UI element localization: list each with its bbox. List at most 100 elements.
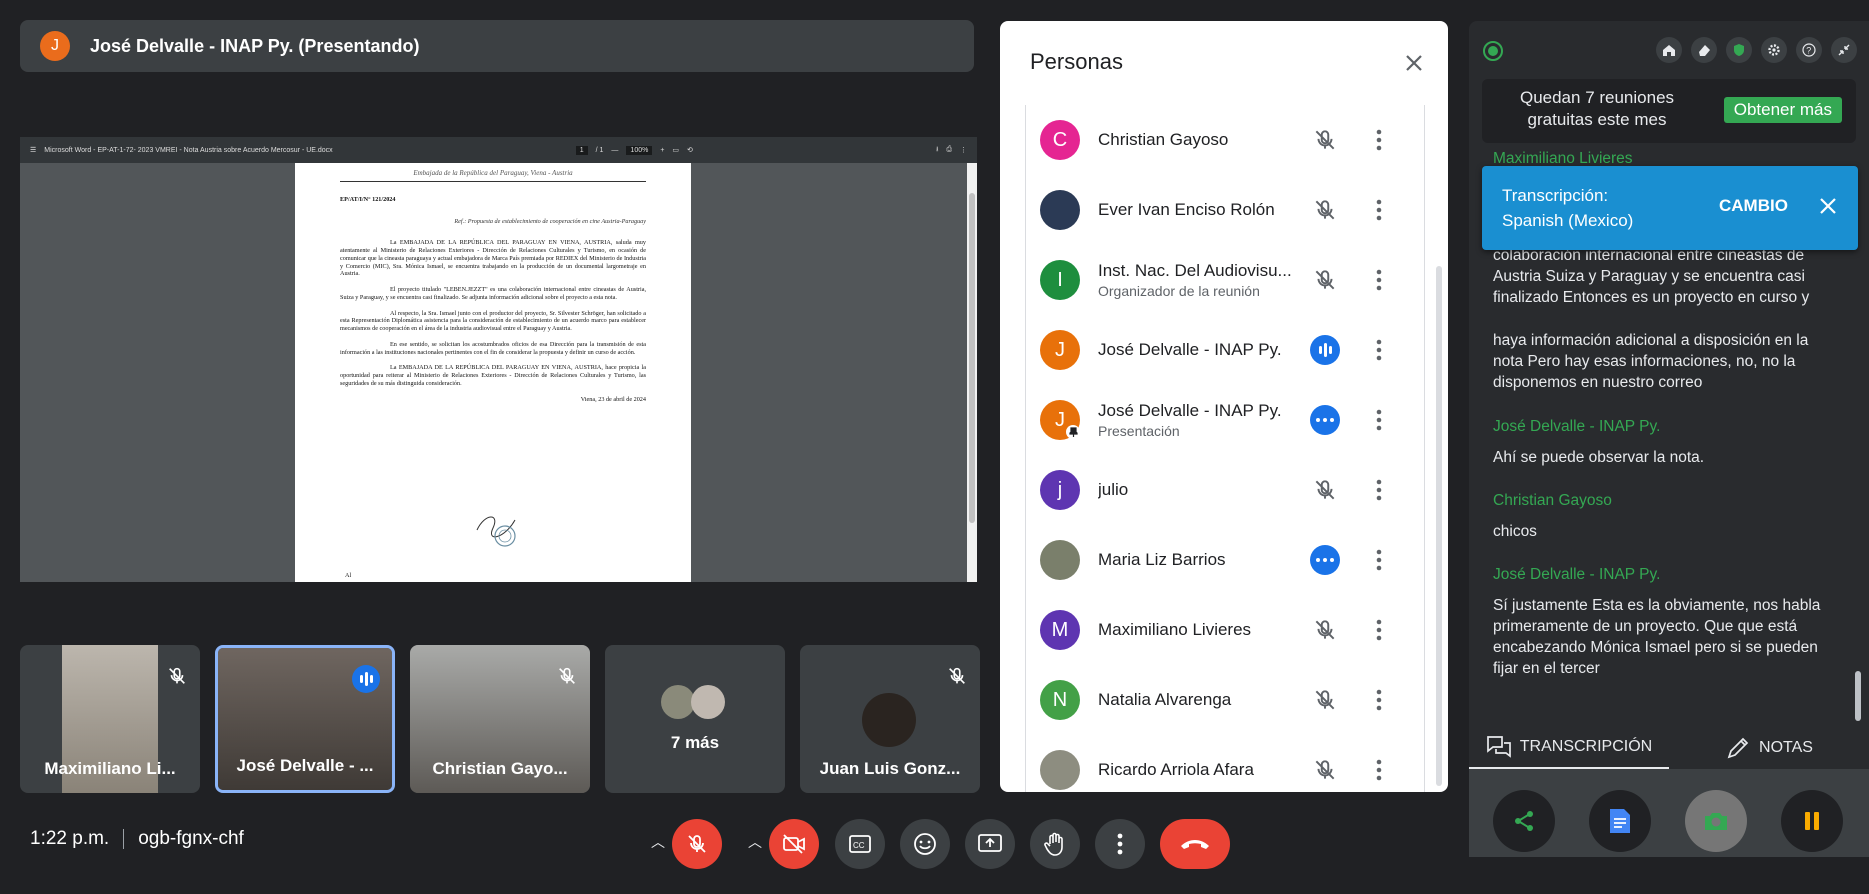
more-vert-icon[interactable] [1376, 688, 1382, 712]
pencil-icon [1727, 737, 1749, 759]
more-options-icon[interactable]: ⋮ [960, 146, 967, 154]
menu-icon[interactable]: ☰ [30, 146, 36, 154]
close-icon[interactable] [1402, 51, 1426, 75]
participant-row[interactable]: I Inst. Nac. Del Audiovisu... Organizador … [1026, 245, 1424, 315]
mic-off-icon [559, 667, 575, 684]
svg-text:?: ? [1806, 46, 1811, 56]
transcription-panel: ? Quedan 7 reuniones gratuitas este mes … [1469, 21, 1869, 857]
participant-row[interactable]: M Maximiliano Livieres [1026, 595, 1424, 665]
mic-off-icon[interactable] [1310, 195, 1340, 225]
participant-name: Juan Luis Gonz... [819, 759, 961, 778]
mic-off-icon[interactable] [1310, 265, 1340, 295]
shared-screen[interactable]: ☰ Microsoft Word - EP-AT-1-72- 2023 VMRE… [20, 137, 977, 582]
banner-line: Spanish (Mexico) [1502, 210, 1634, 230]
meeting-code[interactable]: ogb-fgnx-chf [138, 828, 244, 850]
transcript-scrollbar[interactable] [1855, 671, 1861, 721]
change-language-button[interactable]: CAMBIO [1719, 196, 1788, 216]
people-scrollbar[interactable] [1436, 266, 1442, 786]
transcript-text: chicos [1493, 522, 1537, 540]
document-footer: Al [345, 572, 352, 580]
more-vert-icon[interactable] [1376, 478, 1382, 502]
participant-row[interactable]: J José Delvalle - INAP Py. Presentación [1026, 385, 1424, 455]
participant-text: Ricardo Arriola Afara [1098, 760, 1298, 780]
leave-call-button[interactable] [1160, 819, 1230, 869]
pdf-filename: Microsoft Word - EP-AT-1-72- 2023 VMREI … [44, 146, 333, 154]
participant-name: Natalia Alvarenga [1098, 690, 1232, 709]
pause-button[interactable] [1781, 790, 1843, 852]
participant-name: Ricardo Arriola Afara [1098, 760, 1254, 779]
present-button[interactable] [965, 819, 1015, 869]
document-paragraph: La EMBAJADA DE LA REPÚBLICA DEL PARAGUAY… [340, 364, 646, 387]
get-more-button[interactable]: Obtener más [1723, 97, 1842, 123]
shield-icon[interactable] [1726, 37, 1752, 63]
participant-tile[interactable]: José Delvalle - ... [215, 645, 395, 793]
emoji-icon [914, 833, 936, 855]
participant-row[interactable]: Ever Ivan Enciso Rolón [1026, 175, 1424, 245]
raise-hand-button[interactable] [1030, 819, 1080, 869]
fit-page-icon[interactable]: ▭ [672, 146, 679, 154]
people-panel: Personas C Christian Gayoso Ever Ivan Enci… [1000, 21, 1448, 792]
camera-off-icon [783, 834, 805, 854]
tab-notes[interactable]: NOTAS [1669, 727, 1869, 769]
more-vert-icon[interactable] [1376, 618, 1382, 642]
pdf-scrollbar[interactable] [967, 163, 977, 582]
presenter-avatar: J [40, 31, 70, 61]
mic-off-icon[interactable] [1310, 475, 1340, 505]
pdf-page[interactable]: 1 [575, 145, 588, 155]
zoom-out-icon[interactable]: — [611, 147, 618, 154]
video-options-chevron-icon[interactable]: ︿ [748, 832, 762, 852]
close-icon[interactable] [1818, 196, 1838, 216]
more-vert-icon[interactable] [1376, 758, 1382, 782]
more-vert-icon[interactable] [1376, 198, 1382, 222]
people-list[interactable]: C Christian Gayoso Ever Ivan Enciso Rolón I… [1025, 105, 1425, 792]
participant-tile-more[interactable]: 7 más [605, 645, 785, 793]
pdf-zoom[interactable]: 100% [626, 145, 653, 155]
avatar [661, 685, 695, 719]
document-ref-number: EP/AT/I/N° 121/2024 [340, 195, 396, 203]
mic-off-icon[interactable] [1310, 125, 1340, 155]
camera-toggle-button[interactable] [769, 819, 819, 869]
google-docs-button[interactable] [1589, 790, 1651, 852]
participant-row[interactable]: J José Delvalle - INAP Py. [1026, 315, 1424, 385]
participant-row[interactable]: Ricardo Arriola Afara [1026, 735, 1424, 792]
mic-off-icon[interactable] [1310, 685, 1340, 715]
print-icon[interactable]: ⎙ [946, 146, 952, 154]
collapse-icon[interactable] [1831, 37, 1857, 63]
more-vert-icon[interactable] [1376, 548, 1382, 572]
participant-tile[interactable]: Maximiliano Li... [20, 645, 200, 793]
home-icon[interactable] [1656, 37, 1682, 63]
tab-transcription[interactable]: TRANSCRIPCIÓN [1469, 727, 1669, 769]
more-vert-icon[interactable] [1376, 338, 1382, 362]
participant-tile[interactable]: Christian Gayo... [410, 645, 590, 793]
participant-name: Maximiliano Li... [44, 759, 176, 778]
captions-button[interactable]: CC [835, 819, 885, 869]
avatar [1040, 190, 1080, 230]
mic-toggle-button[interactable] [672, 819, 722, 869]
avatar [1040, 540, 1080, 580]
zoom-in-icon[interactable]: + [660, 147, 664, 154]
mic-off-icon[interactable] [1310, 615, 1340, 645]
rotate-icon[interactable]: ⟲ [687, 146, 693, 154]
download-icon[interactable]: ⭳ [936, 145, 938, 156]
more-vert-icon[interactable] [1376, 408, 1382, 432]
participant-row[interactable]: C Christian Gayoso [1026, 105, 1424, 175]
participant-row[interactable]: N Natalia Alvarenga [1026, 665, 1424, 735]
mic-off-icon[interactable] [1310, 755, 1340, 785]
more-vert-icon[interactable] [1376, 268, 1382, 292]
screenshot-button[interactable] [1685, 790, 1747, 852]
participant-row[interactable]: j julio [1026, 455, 1424, 525]
gear-icon[interactable] [1761, 37, 1787, 63]
participant-row[interactable]: Maria Liz Barrios [1026, 525, 1424, 595]
share-button[interactable] [1493, 790, 1555, 852]
more-options-button[interactable] [1095, 819, 1145, 869]
eraser-icon[interactable] [1691, 37, 1717, 63]
participant-tile[interactable]: Juan Luis Gonz... [800, 645, 980, 793]
audio-options-chevron-icon[interactable]: ︿ [651, 832, 665, 852]
help-icon[interactable]: ? [1796, 37, 1822, 63]
banner-line: Transcripción: [1502, 186, 1609, 205]
avatar: J [1040, 330, 1080, 370]
reactions-button[interactable] [900, 819, 950, 869]
participant-name: Maria Liz Barrios [1098, 550, 1226, 569]
more-vert-icon[interactable] [1376, 128, 1382, 152]
document-date: Viena, 23 de abril de 2024 [580, 395, 646, 403]
